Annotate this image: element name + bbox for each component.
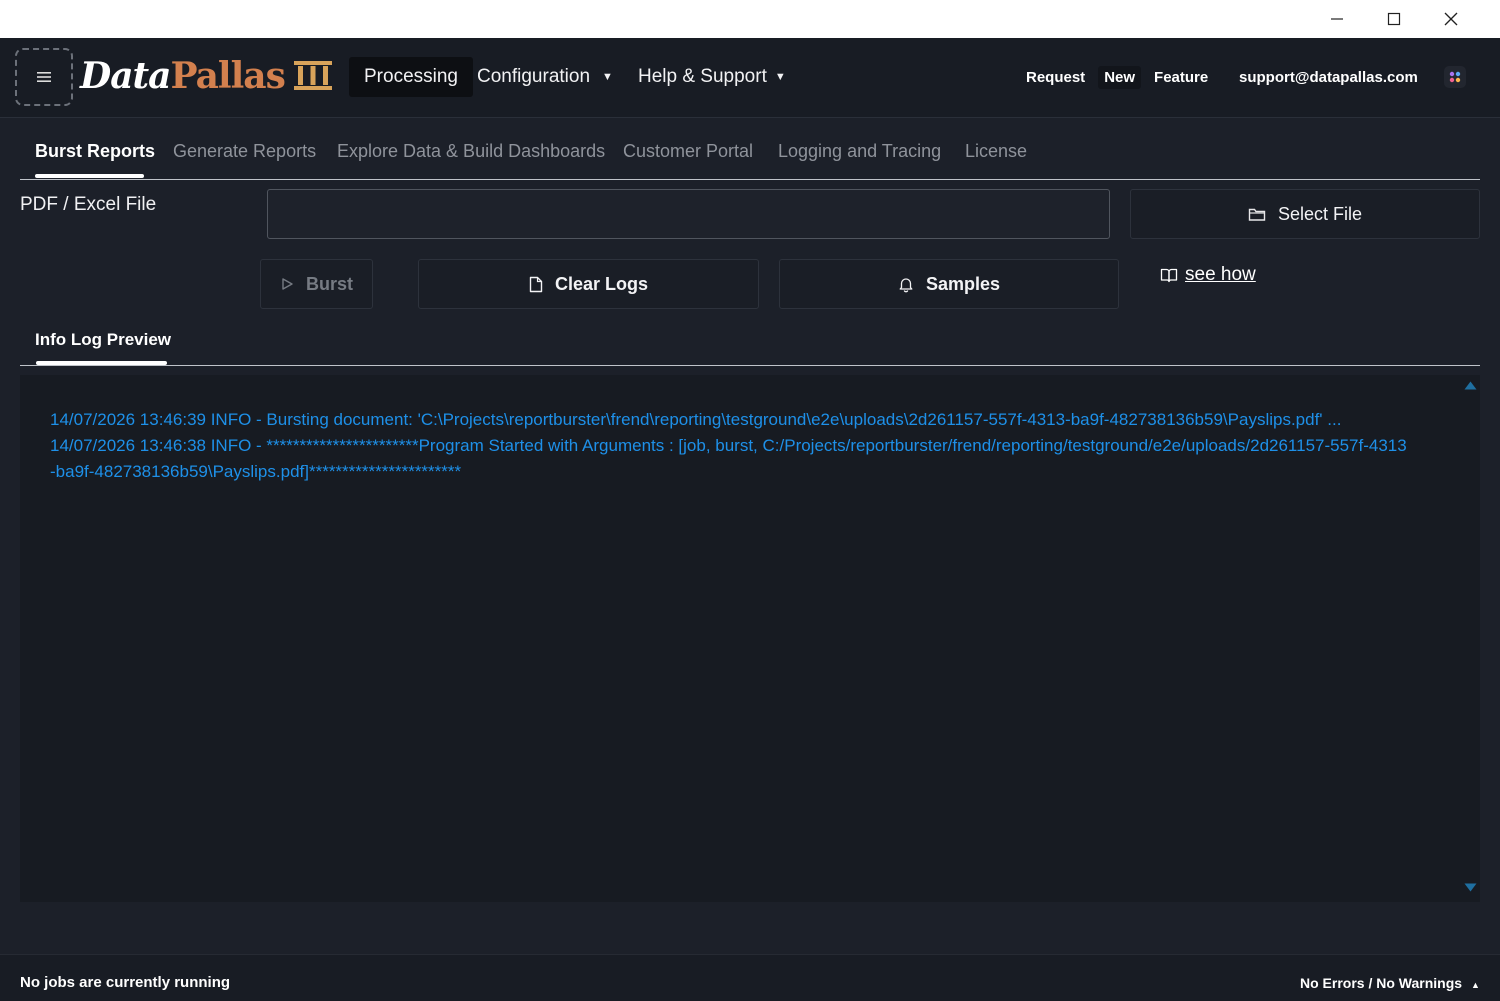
- caret-down-icon: ▼: [774, 71, 786, 83]
- apps-grid-icon[interactable]: [1444, 66, 1466, 88]
- file-field-label: PDF / Excel File: [20, 194, 157, 215]
- select-file-button[interactable]: Select File: [1130, 189, 1480, 239]
- jobs-status: No jobs are currently running: [20, 974, 231, 991]
- log-tabs: Info Log Preview: [20, 318, 1480, 366]
- app-logo: Data Pallas: [80, 54, 333, 98]
- tab-generate-reports[interactable]: Generate Reports: [173, 141, 316, 162]
- burst-button[interactable]: Burst: [260, 259, 373, 309]
- errors-status[interactable]: No Errors / No Warnings ▲: [1300, 975, 1480, 991]
- caret-up-icon: ▲: [1470, 980, 1480, 990]
- see-how-label: see how: [1185, 264, 1256, 285]
- clear-logs-label: Clear Logs: [554, 273, 649, 294]
- scroll-up-arrow-icon[interactable]: [1464, 381, 1477, 390]
- book-icon: [1160, 268, 1178, 283]
- scroll-down-arrow-icon[interactable]: [1464, 883, 1477, 892]
- log-content: 14/07/2026 13:46:39 INFO - Bursting docu…: [50, 407, 1410, 485]
- tab-burst-reports[interactable]: Burst Reports: [35, 141, 155, 162]
- folder-icon: [1248, 208, 1266, 221]
- app-header: Data Pallas Processing Configuration ▼ He…: [0, 38, 1500, 118]
- clear-logs-button[interactable]: Clear Logs: [418, 259, 759, 309]
- nav-processing[interactable]: Processing: [349, 57, 473, 97]
- window-titlebar: [0, 0, 1500, 38]
- hamburger-icon: [37, 72, 51, 82]
- errors-status-label: No Errors / No Warnings: [1300, 975, 1463, 991]
- minimize-icon[interactable]: [1308, 0, 1365, 38]
- status-bar: No jobs are currently running No Errors …: [0, 954, 1500, 1001]
- nav-help-support-label: Help & Support: [638, 66, 767, 87]
- active-tab-indicator: [35, 174, 144, 178]
- new-badge: New: [1098, 65, 1142, 89]
- play-icon: [282, 278, 293, 290]
- maximize-icon[interactable]: [1365, 0, 1422, 38]
- nav-processing-label: Processing: [364, 66, 458, 87]
- log-preview-panel[interactable]: 14/07/2026 13:46:39 INFO - Bursting docu…: [20, 375, 1480, 902]
- main-tabs: Burst Reports Generate Reports Explore D…: [20, 117, 1480, 180]
- samples-button[interactable]: Samples: [779, 259, 1119, 309]
- tab-info-log-preview[interactable]: Info Log Preview: [35, 330, 171, 350]
- request-word: Request: [1026, 68, 1086, 86]
- log-line: 14/07/2026 13:46:39 INFO - Bursting docu…: [50, 410, 1342, 429]
- see-how-link[interactable]: see how: [1160, 264, 1256, 286]
- support-email-link[interactable]: support@datapallas.com: [1239, 63, 1418, 91]
- bell-icon: [899, 277, 913, 292]
- caret-down-icon: ▼: [602, 71, 613, 83]
- nav-configuration[interactable]: Configuration ▼: [477, 57, 613, 97]
- burst-label: Burst: [305, 273, 353, 294]
- request-feature-link[interactable]: Request New Feature: [1026, 63, 1208, 91]
- feature-word: Feature: [1154, 68, 1209, 86]
- logo-text-pallas: Pallas: [170, 55, 286, 97]
- active-log-tab-indicator: [36, 361, 167, 365]
- nav-help-support[interactable]: Help & Support ▼: [638, 57, 786, 97]
- nav-configuration-label: Configuration: [477, 66, 591, 87]
- logo-text-data: Data: [80, 55, 171, 97]
- tab-license[interactable]: License: [965, 141, 1027, 162]
- select-file-label: Select File: [1277, 203, 1363, 224]
- pillars-icon: [293, 61, 332, 90]
- tab-customer-portal[interactable]: Customer Portal: [623, 141, 753, 162]
- tab-explore-data[interactable]: Explore Data & Build Dashboards: [337, 141, 605, 162]
- hamburger-menu-button[interactable]: [15, 48, 73, 106]
- file-icon: [529, 276, 543, 292]
- tab-logging-tracing[interactable]: Logging and Tracing: [778, 141, 941, 162]
- close-icon[interactable]: [1422, 0, 1479, 38]
- log-line: 14/07/2026 13:46:38 INFO - *************…: [50, 436, 1407, 481]
- support-email: support@datapallas.com: [1239, 68, 1418, 86]
- file-path-input[interactable]: [267, 189, 1110, 239]
- samples-label: Samples: [925, 273, 1001, 294]
